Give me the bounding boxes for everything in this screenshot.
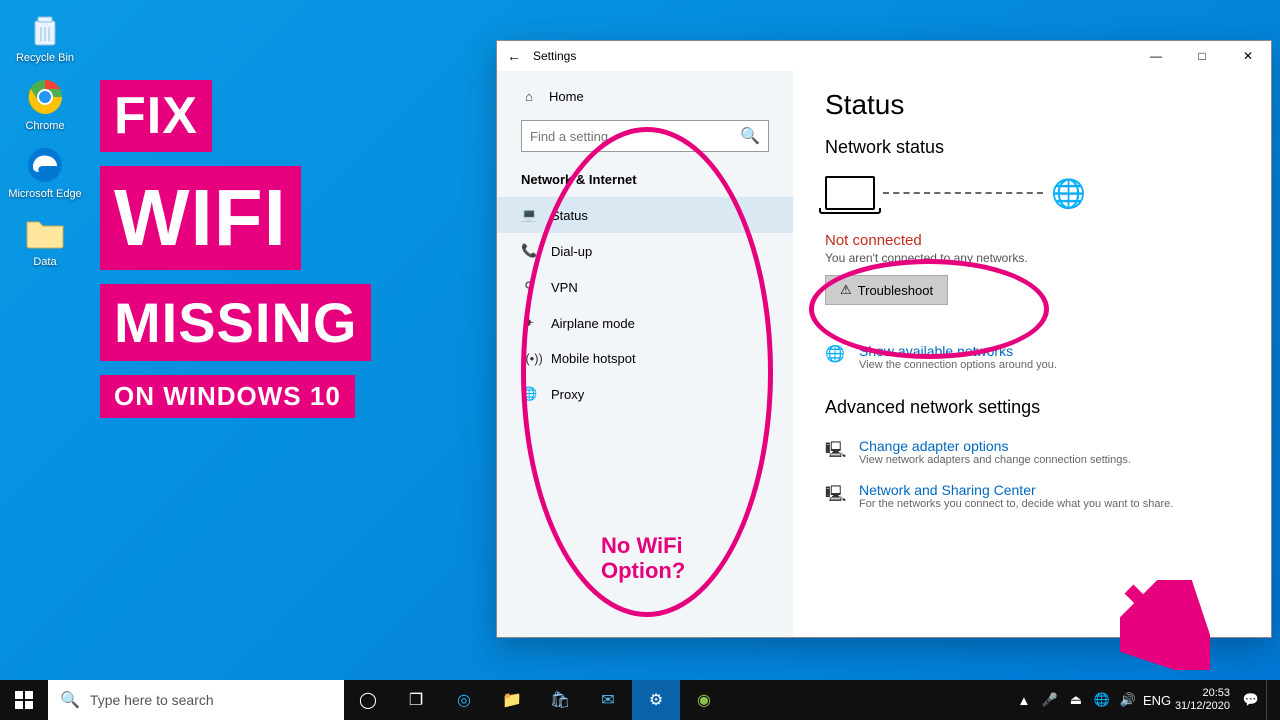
desktop-icons: Recycle Bin Chrome Microsoft Edge Data [8, 8, 82, 268]
airplane-icon: ✈ [521, 315, 537, 331]
status-icon: 💻 [521, 207, 537, 223]
recycle-bin-label: Recycle Bin [16, 52, 74, 64]
minimize-button[interactable]: — [1133, 41, 1179, 71]
nav-airplane-label: Airplane mode [551, 316, 635, 331]
globe-icon: 🌐 [1051, 177, 1086, 210]
tray-mic-icon[interactable]: 🎤 [1039, 692, 1061, 708]
home-icon: ⌂ [521, 89, 537, 104]
sharing-head: Network and Sharing Center [859, 482, 1173, 498]
edge-taskbar-icon[interactable]: ◎ [440, 680, 488, 720]
page-title: Status [825, 89, 1239, 121]
dialup-icon: 📞 [521, 243, 537, 259]
edge-label: Microsoft Edge [8, 188, 81, 200]
data-folder-label: Data [33, 256, 56, 268]
chrome-icon[interactable]: Chrome [8, 76, 82, 132]
tray-network-icon[interactable]: 🌐 [1091, 692, 1113, 708]
show-networks-head: Show available networks [859, 343, 1057, 359]
sharing-sub: For the networks you connect to, decide … [859, 498, 1173, 510]
globe-small-icon: 🌐 [825, 343, 845, 371]
taskbar: 🔍 Type here to search ◯ ❐ ◎ 📁 🛍 ✉ ⚙ ◉ ▲ … [0, 680, 1280, 720]
nav-airplane[interactable]: ✈ Airplane mode [497, 305, 793, 341]
camtasia-taskbar-icon[interactable]: ◉ [680, 680, 728, 720]
recycle-bin-icon[interactable]: Recycle Bin [8, 8, 82, 64]
home-button[interactable]: ⌂ Home [497, 81, 793, 112]
tray-volume-icon[interactable]: 🔊 [1117, 692, 1139, 708]
hotspot-icon: ((•)) [521, 351, 537, 366]
tray-date: 31/12/2020 [1175, 700, 1230, 713]
adapter-sub: View network adapters and change connect… [859, 454, 1131, 466]
search-box[interactable]: 🔍 [521, 120, 769, 152]
taskbar-search[interactable]: 🔍 Type here to search [48, 680, 344, 720]
proxy-icon: 🌐 [521, 386, 537, 402]
advanced-heading: Advanced network settings [825, 397, 1239, 418]
overlay-onwin: ON WINDOWS 10 [100, 375, 355, 418]
tray-time: 20:53 [1175, 687, 1230, 700]
cortana-icon[interactable]: ◯ [344, 680, 392, 720]
connection-line [883, 192, 1043, 194]
vpn-icon: ⚲ [521, 279, 537, 295]
settings-sidebar: ⌂ Home 🔍 Network & Internet 💻 Status 📞 D… [497, 71, 793, 637]
search-icon: 🔍 [740, 126, 760, 146]
overlay-text: FIX WIFI MISSING ON WINDOWS 10 [100, 80, 371, 418]
show-desktop[interactable] [1266, 680, 1274, 720]
settings-window: ← Settings — □ ✕ ⌂ Home 🔍 Network & Inte… [496, 40, 1272, 638]
adapter-icon: 🖳 [825, 438, 845, 466]
tray-clock[interactable]: 20:53 31/12/2020 [1169, 687, 1236, 712]
show-networks-sub: View the connection options around you. [859, 359, 1057, 371]
troubleshoot-label: Troubleshoot [858, 283, 933, 298]
mail-taskbar-icon[interactable]: ✉ [584, 680, 632, 720]
data-folder-icon[interactable]: Data [8, 212, 82, 268]
show-available-networks[interactable]: 🌐 Show available networks View the conne… [825, 329, 1239, 373]
network-sharing-center[interactable]: 🖳 Network and Sharing Center For the net… [825, 468, 1239, 512]
nav-status-label: Status [551, 208, 588, 223]
nav-proxy[interactable]: 🌐 Proxy [497, 376, 793, 412]
nav-proxy-label: Proxy [551, 387, 584, 402]
settings-taskbar-icon[interactable]: ⚙ [632, 680, 680, 720]
change-adapter-options[interactable]: 🖳 Change adapter options View network ad… [825, 424, 1239, 468]
taskbar-pinned: ◯ ❐ ◎ 📁 🛍 ✉ ⚙ ◉ [344, 680, 728, 720]
overlay-wifi: WIFI [100, 166, 301, 270]
edge-icon[interactable]: Microsoft Edge [8, 144, 82, 200]
annotation-no-wifi: No WiFi Option? [601, 533, 685, 584]
tray-chevron-icon[interactable]: ▲ [1013, 693, 1035, 708]
sharing-icon: 🖳 [825, 482, 845, 510]
back-button[interactable]: ← [507, 48, 533, 64]
settings-content: Status Network status 🌐 Not connected Yo… [793, 71, 1271, 637]
nav-status[interactable]: 💻 Status [497, 197, 793, 233]
titlebar: ← Settings — □ ✕ [497, 41, 1271, 71]
overlay-fix: FIX [100, 80, 212, 152]
window-title: Settings [533, 49, 1133, 63]
nav-dialup[interactable]: 📞 Dial-up [497, 233, 793, 269]
nav-vpn[interactable]: ⚲ VPN [497, 269, 793, 305]
nav-hotspot[interactable]: ((•)) Mobile hotspot [497, 341, 793, 376]
maximize-button[interactable]: □ [1179, 41, 1225, 71]
not-connected-text: Not connected [825, 232, 1239, 249]
taskbar-search-icon: 🔍 [60, 690, 80, 710]
chrome-label: Chrome [25, 120, 64, 132]
explorer-taskbar-icon[interactable]: 📁 [488, 680, 536, 720]
tray-language[interactable]: ENG [1143, 693, 1165, 708]
nav-dialup-label: Dial-up [551, 244, 592, 259]
search-input[interactable] [530, 129, 740, 144]
laptop-icon [825, 176, 875, 210]
network-status-heading: Network status [825, 137, 1239, 158]
nav-vpn-label: VPN [551, 280, 578, 295]
not-connected-sub: You aren't connected to any networks. [825, 251, 1239, 265]
home-label: Home [549, 89, 584, 104]
warning-icon: ⚠ [840, 282, 852, 298]
troubleshoot-button[interactable]: ⚠ Troubleshoot [825, 275, 948, 305]
sidebar-category: Network & Internet [497, 166, 793, 197]
tray-eject-icon[interactable]: ⏏ [1065, 692, 1087, 708]
overlay-missing: MISSING [100, 284, 371, 361]
nav-hotspot-label: Mobile hotspot [551, 351, 636, 366]
close-button[interactable]: ✕ [1225, 41, 1271, 71]
adapter-head: Change adapter options [859, 438, 1131, 454]
tray-notifications-icon[interactable]: 💬 [1240, 692, 1262, 708]
task-view-icon[interactable]: ❐ [392, 680, 440, 720]
network-diagram: 🌐 [825, 176, 1239, 210]
store-taskbar-icon[interactable]: 🛍 [536, 680, 584, 720]
start-button[interactable] [0, 680, 48, 720]
system-tray: ▲ 🎤 ⏏ 🌐 🔊 ENG 20:53 31/12/2020 💬 [1013, 680, 1280, 720]
taskbar-search-placeholder: Type here to search [90, 692, 214, 708]
